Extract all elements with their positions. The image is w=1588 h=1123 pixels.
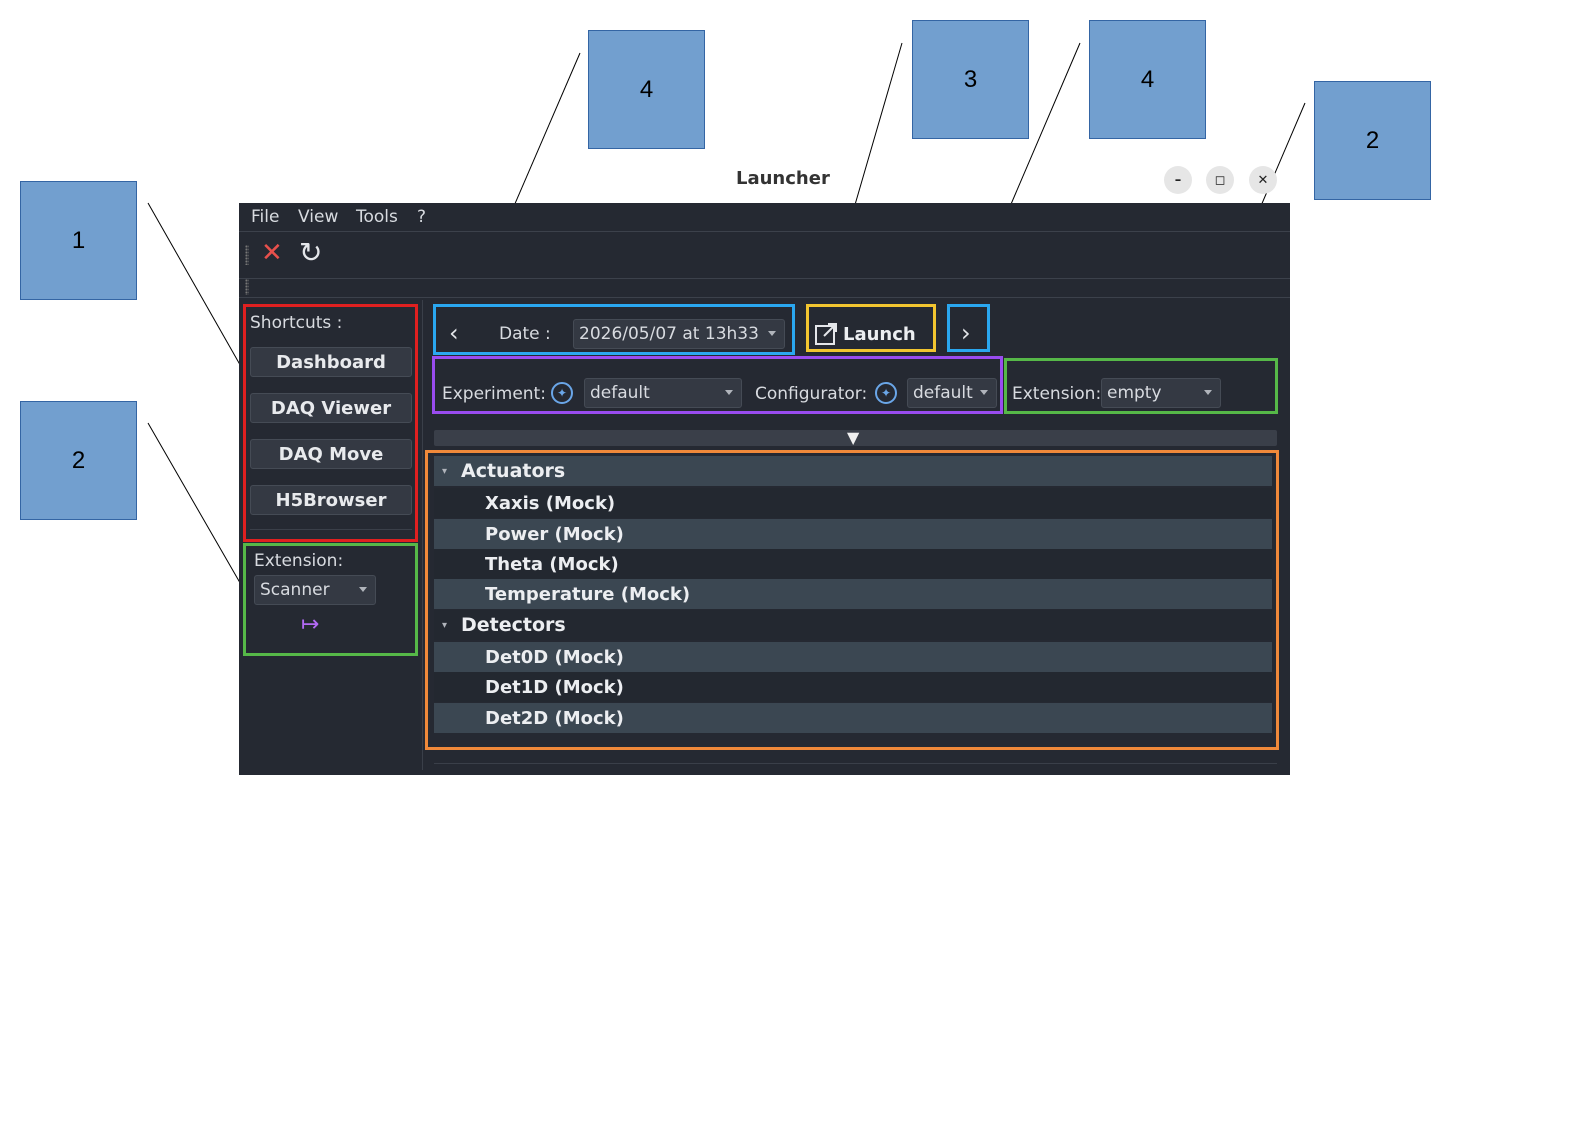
panel-splitter[interactable] <box>422 300 423 770</box>
tree-bottom-border <box>434 763 1277 764</box>
maximize-button[interactable]: ◻ <box>1206 166 1234 194</box>
callout-4-date: 4 <box>588 30 705 149</box>
minimize-button[interactable]: – <box>1164 166 1192 194</box>
menu-tools[interactable]: Tools <box>356 207 398 227</box>
callout-2-extension: 2 <box>1314 81 1431 200</box>
callout-3: 3 <box>912 20 1029 139</box>
toolbar: ✕ ↻ <box>239 232 1290 279</box>
expander-bar[interactable]: ▼ <box>434 428 1277 447</box>
stop-icon[interactable]: ✕ <box>261 238 283 268</box>
annotation-next <box>947 304 990 352</box>
annotation-top-extension <box>1004 358 1278 414</box>
annotation-launch <box>806 304 936 352</box>
annotation-date <box>433 304 795 355</box>
secondary-toolbar <box>239 279 1290 298</box>
callout-1: 1 <box>20 181 137 300</box>
toolbar-grip[interactable] <box>245 245 249 265</box>
menu-help[interactable]: ? <box>417 207 426 227</box>
menu-view[interactable]: View <box>298 207 338 227</box>
callout-4-next: 4 <box>1089 20 1206 139</box>
refresh-icon[interactable]: ↻ <box>299 236 322 269</box>
menu-file[interactable]: File <box>251 207 279 227</box>
callout-2: 2 <box>20 401 137 520</box>
annotation-preset-tree <box>425 450 1279 750</box>
annotation-experiment-configurator <box>432 356 1003 414</box>
window-title: Launcher <box>736 168 830 189</box>
close-button[interactable]: ✕ <box>1249 166 1277 194</box>
expand-arrow-icon: ▼ <box>847 428 860 447</box>
annotation-left-extension <box>243 543 418 656</box>
toolbar-grip-2[interactable] <box>245 279 249 295</box>
menu-bar: File View Tools ? <box>239 203 1290 232</box>
annotation-shortcuts <box>243 304 418 542</box>
